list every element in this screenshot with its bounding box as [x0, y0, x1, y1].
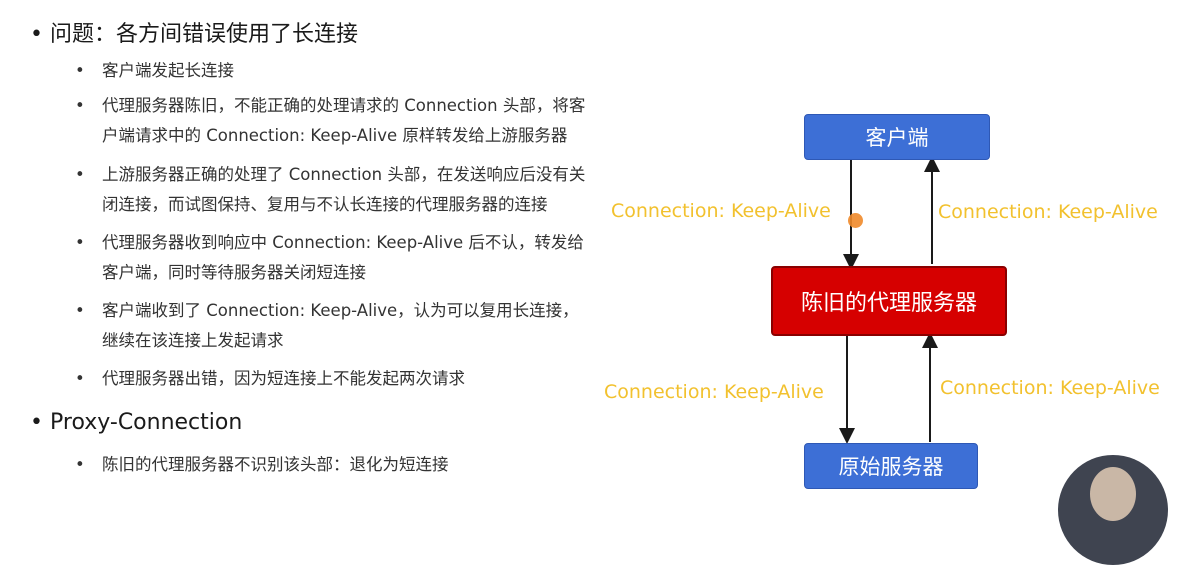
slide: • 问题：各方间错误使用了长连接 • 客户端发起长连接 • 代理服务器陈旧，不能正… — [0, 0, 1190, 565]
origin-server-box: 原始服务器 — [804, 443, 978, 489]
label-top-left: Connection: Keep-Alive — [611, 200, 831, 222]
proxy-label: 陈旧的代理服务器 — [800, 291, 977, 316]
diagram-arrows — [839, 156, 940, 444]
origin-server-label: 原始服务器 — [838, 455, 944, 479]
label-bottom-right: Connection: Keep-Alive — [940, 377, 1160, 399]
client-box: 客户端 — [804, 114, 990, 160]
proxy-box: 陈旧的代理服务器 — [771, 266, 1007, 336]
label-top-right: Connection: Keep-Alive — [938, 201, 1158, 223]
presenter-avatar — [1058, 455, 1168, 565]
label-bottom-left: Connection: Keep-Alive — [604, 381, 824, 403]
pointer-highlight-icon — [848, 213, 863, 228]
client-label: 客户端 — [865, 126, 929, 150]
presenter-face — [1090, 467, 1136, 521]
